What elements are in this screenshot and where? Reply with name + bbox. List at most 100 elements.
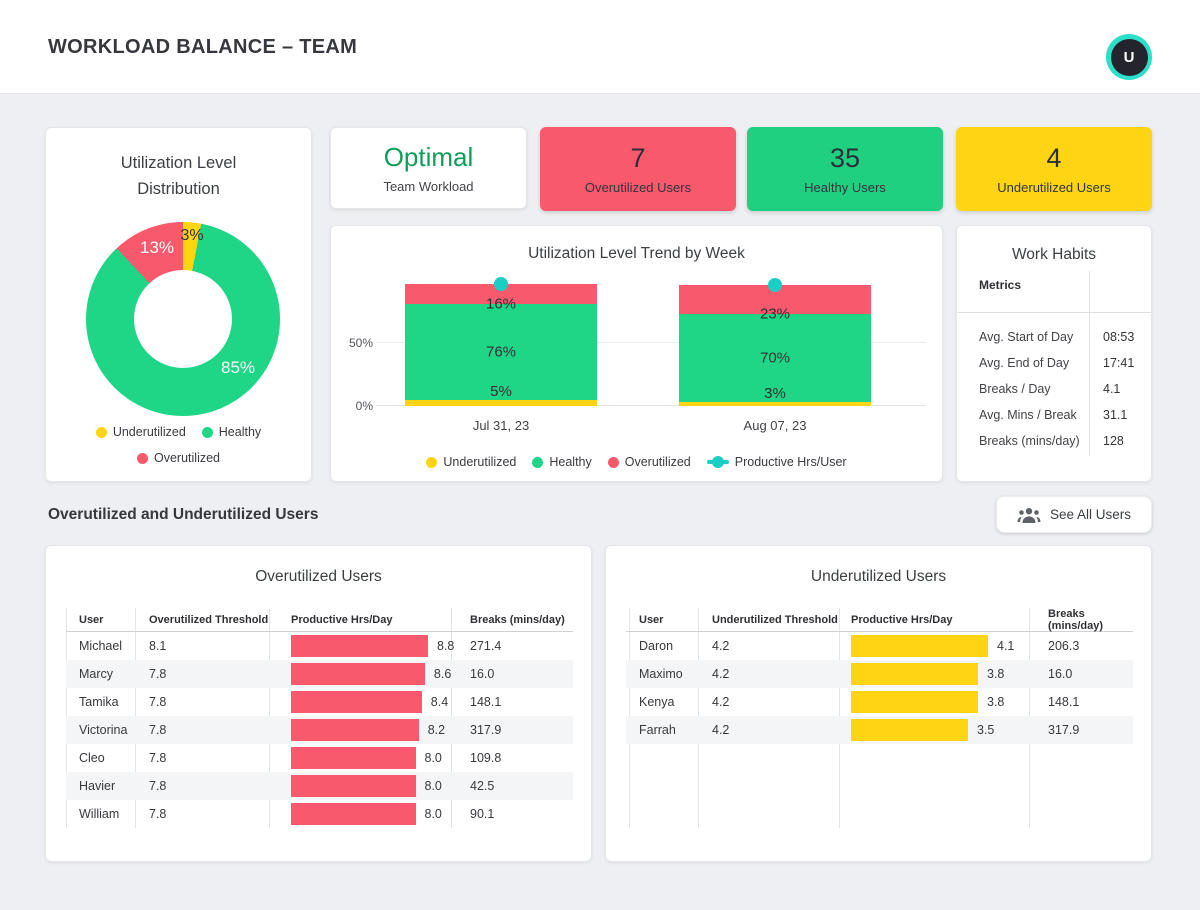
cell-user: Havier <box>66 779 135 793</box>
section-title: Overutilized and Underutilized Users <box>48 506 318 524</box>
ytick-0: 0% <box>339 399 373 413</box>
hours-value: 3.8 <box>987 695 1004 709</box>
hours-bar <box>291 663 425 685</box>
hours-value: 8.4 <box>431 695 448 709</box>
page-title: WORKLOAD BALANCE – TEAM <box>48 0 357 94</box>
hours-bar <box>851 663 978 685</box>
habit-label: Avg. End of Day <box>979 356 1069 370</box>
trend-legend-productive[interactable]: Productive Hrs/User <box>707 455 847 469</box>
hours-value: 8.0 <box>425 807 442 821</box>
overutilized-dot-icon <box>137 453 148 464</box>
cell-breaks: 317.9 <box>451 723 573 737</box>
cell-user: Cleo <box>66 751 135 765</box>
hours-bar <box>851 691 978 713</box>
legend-overutilized-label: Overutilized <box>154 451 220 465</box>
hours-value: 8.0 <box>425 751 442 765</box>
cell-threshold: 4.2 <box>698 723 839 737</box>
cell-hours: 8.0 <box>269 772 451 800</box>
legend-underutilized[interactable]: Underutilized <box>96 425 186 439</box>
donut-title-line2: Distribution <box>46 176 311 202</box>
cell-breaks: 317.9 <box>1029 723 1133 737</box>
donut-hole <box>134 270 232 368</box>
stacked-bar-week1: 16% 76% 5% <box>405 284 597 406</box>
avatar-initial: U <box>1111 39 1148 76</box>
underutilized-table-header: User Underutilized Threshold Productive … <box>626 608 1133 632</box>
hours-value: 8.0 <box>425 779 442 793</box>
col-header-user: User <box>66 614 135 626</box>
hours-value: 3.8 <box>987 667 1004 681</box>
legend-overutilized[interactable]: Overutilized <box>137 451 220 465</box>
col-header-user: User <box>626 614 698 626</box>
habit-row: Avg. Start of Day 08:53 <box>957 324 1151 350</box>
cell-hours: 8.0 <box>269 800 451 828</box>
cell-breaks: 148.1 <box>451 695 573 709</box>
hours-value: 3.5 <box>977 723 994 737</box>
kpi-healthy-value: 35 <box>830 143 860 174</box>
cell-user: Tamika <box>66 695 135 709</box>
overutilized-users-card: Overutilized Users User Overutilized Thr… <box>45 545 592 862</box>
trend-title: Utilization Level Trend by Week <box>331 245 942 263</box>
overutilized-dot-icon <box>608 457 619 468</box>
hours-value: 8.2 <box>428 723 445 737</box>
utilization-trend-card: Utilization Level Trend by Week 50% 0% 1… <box>330 225 943 482</box>
kpi-workload-label: Team Workload <box>383 179 473 194</box>
kpi-underutilized-users: 4 Underutilized Users <box>956 127 1152 211</box>
kpi-over-value: 7 <box>630 143 645 174</box>
utilization-donut-chart: 3% 13% 85% <box>86 222 280 416</box>
table-row: Victorina 7.8 8.2 317.9 <box>66 716 573 744</box>
legend-underutilized-label: Underutilized <box>113 425 186 439</box>
cell-threshold: 7.8 <box>135 751 269 765</box>
habit-row: Breaks (mins/day) 128 <box>957 428 1151 454</box>
hours-value: 4.1 <box>997 639 1014 653</box>
habits-divider-horizontal <box>957 312 1151 313</box>
see-all-users-button[interactable]: See All Users <box>996 496 1152 533</box>
kpi-healthy-users: 35 Healthy Users <box>747 127 943 211</box>
trend-legend-overutilized[interactable]: Overutilized <box>608 455 691 469</box>
habit-label: Avg. Start of Day <box>979 330 1073 344</box>
cell-hours: 8.2 <box>269 716 451 744</box>
table-row: Cleo 7.8 8.0 109.8 <box>66 744 573 772</box>
cell-hours: 8.4 <box>269 688 451 716</box>
table-row: Michael 8.1 8.8 271.4 <box>66 632 573 660</box>
underutilized-users-card: Underutilized Users User Underutilized T… <box>605 545 1152 862</box>
underutilized-table: User Underutilized Threshold Productive … <box>626 608 1133 744</box>
cell-user: Kenya <box>626 695 698 709</box>
trend-legend-healthy[interactable]: Healthy <box>532 455 591 469</box>
cell-breaks: 271.4 <box>451 639 573 653</box>
legend-healthy[interactable]: Healthy <box>202 425 261 439</box>
kpi-under-label: Underutilized Users <box>997 180 1110 195</box>
trend-legend-over-label: Overutilized <box>625 455 691 469</box>
table-row: Daron 4.2 4.1 206.3 <box>626 632 1133 660</box>
cell-breaks: 16.0 <box>1029 667 1133 681</box>
people-group-icon <box>1017 507 1041 523</box>
hours-bar <box>291 747 416 769</box>
cell-user: Daron <box>626 639 698 653</box>
cell-breaks: 109.8 <box>451 751 573 765</box>
col-header-breaks: Breaks (mins/day) <box>1029 608 1133 632</box>
productive-marker-icon <box>707 456 729 468</box>
donut-label-overutilized: 13% <box>140 238 174 258</box>
habit-label: Avg. Mins / Break <box>979 408 1077 422</box>
see-all-users-label: See All Users <box>1050 507 1131 522</box>
productive-dot-week1 <box>494 277 508 291</box>
donut-legend-row1: Underutilized Healthy <box>46 425 311 439</box>
col-header-threshold: Overutilized Threshold <box>135 614 269 626</box>
hours-bar <box>291 691 422 713</box>
utilization-distribution-card: Utilization Level Distribution 3% 13% 85… <box>45 127 312 482</box>
overutilized-table: User Overutilized Threshold Productive H… <box>66 608 573 828</box>
hours-bar <box>291 775 416 797</box>
user-avatar[interactable]: U <box>1106 34 1152 80</box>
table-row: Tamika 7.8 8.4 148.1 <box>66 688 573 716</box>
cell-user: Farrah <box>626 723 698 737</box>
trend-legend-productive-label: Productive Hrs/User <box>735 455 847 469</box>
kpi-healthy-label: Healthy Users <box>804 180 886 195</box>
habit-value: 17:41 <box>1103 356 1134 370</box>
table-row: Farrah 4.2 3.5 317.9 <box>626 716 1133 744</box>
trend-legend-under-label: Underutilized <box>443 455 516 469</box>
habit-row: Avg. End of Day 17:41 <box>957 350 1151 376</box>
trend-legend-underutilized[interactable]: Underutilized <box>426 455 516 469</box>
cell-threshold: 7.8 <box>135 807 269 821</box>
habit-value: 4.1 <box>1103 382 1120 396</box>
habit-row: Breaks / Day 4.1 <box>957 376 1151 402</box>
segment-healthy-label-week1: 76% <box>405 343 597 360</box>
